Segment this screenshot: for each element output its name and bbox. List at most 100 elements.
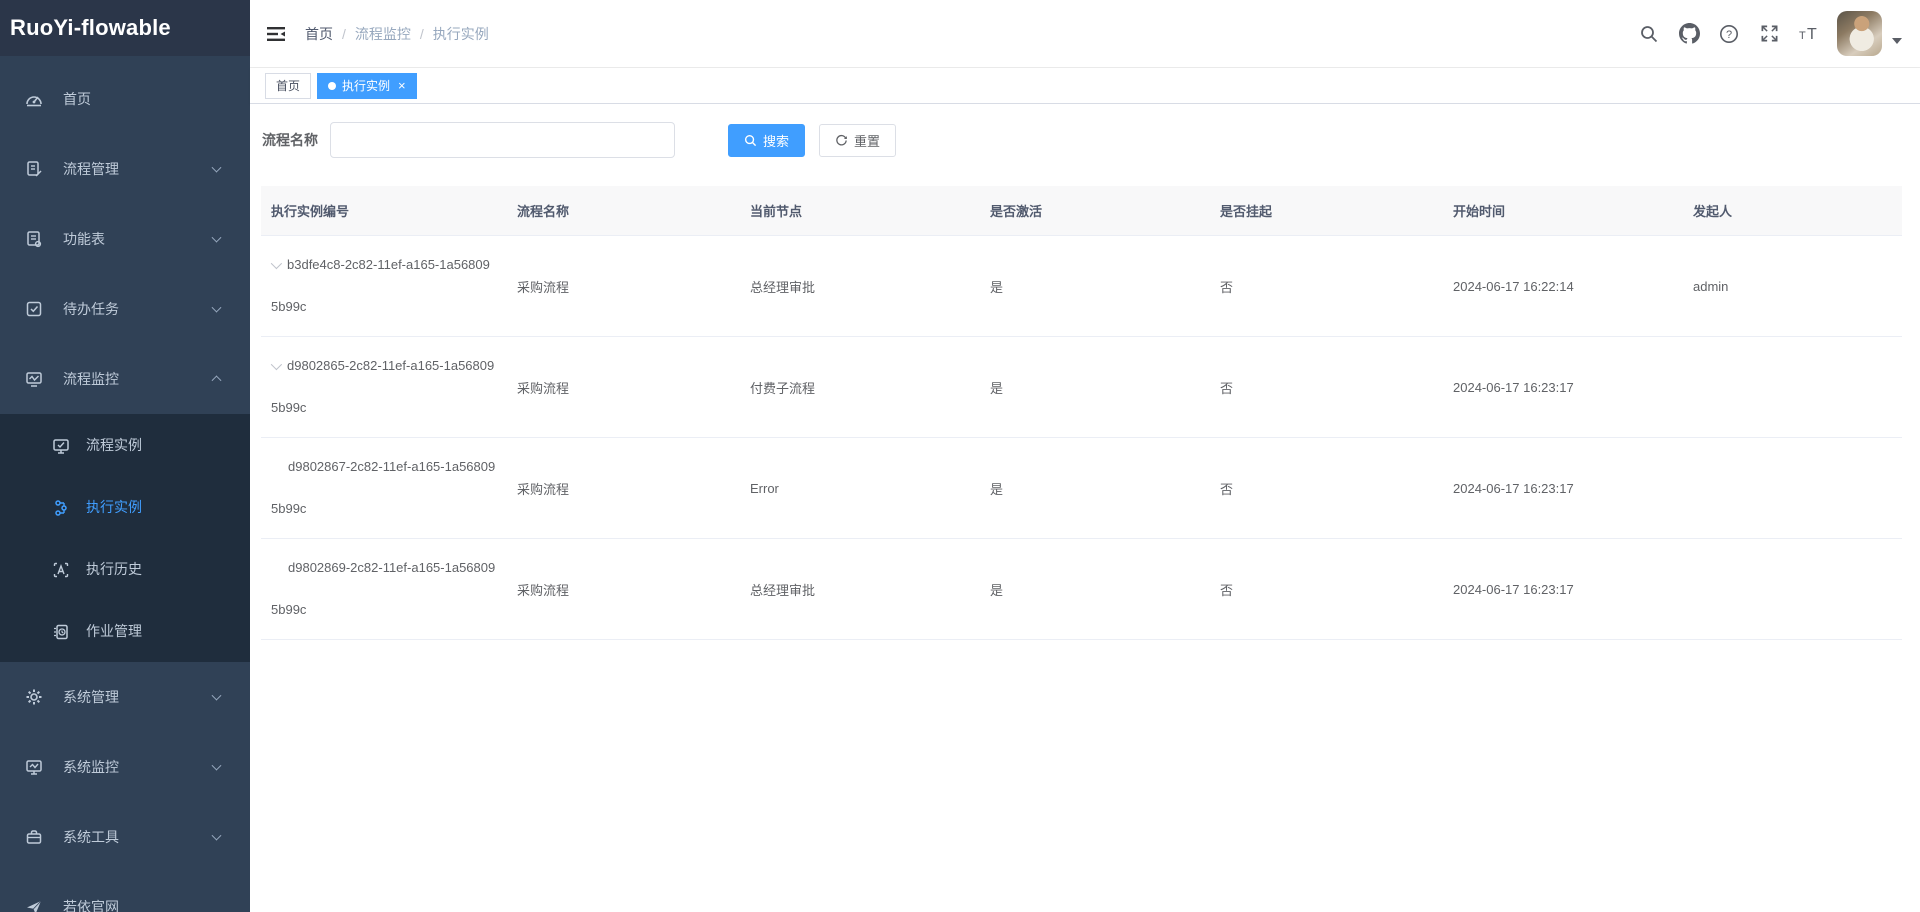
- sidebar-item-execution-history[interactable]: 执行历史: [0, 538, 250, 600]
- expand-row-icon[interactable]: [271, 359, 282, 370]
- current-node-cell: 总经理审批: [740, 539, 980, 640]
- process-name-cell: 采购流程: [507, 539, 740, 640]
- col-header-current-node: 当前节点: [740, 186, 980, 236]
- user-avatar: [1837, 11, 1882, 56]
- sidebar-item-label: 系统工具: [63, 827, 119, 847]
- breadcrumb-home[interactable]: 首页: [305, 24, 333, 44]
- table-row: d9802867-2c82-11ef-a165-1a568095b99c 采购流…: [261, 438, 1902, 539]
- refresh-icon: [835, 134, 848, 147]
- search-button-label: 搜索: [763, 131, 789, 150]
- sidebar-item-function-list[interactable]: 功能表: [0, 204, 250, 274]
- sidebar-item-label: 系统管理: [63, 687, 119, 707]
- sidebar-item-todo-tasks[interactable]: 待办任务: [0, 274, 250, 344]
- is-active-cell: 是: [980, 539, 1210, 640]
- initiator-cell: [1683, 337, 1902, 438]
- user-menu[interactable]: [1837, 11, 1902, 56]
- sidebar-item-system-monitor[interactable]: 系统监控: [0, 732, 250, 802]
- document-edit-icon: [25, 160, 43, 178]
- svg-text:T: T: [1799, 30, 1806, 42]
- expand-row-icon[interactable]: [271, 258, 282, 269]
- sidebar-item-process-instance[interactable]: 流程实例: [0, 414, 250, 476]
- process-name-input[interactable]: [330, 122, 675, 158]
- sidebar-item-label: 首页: [63, 89, 91, 109]
- tag-home[interactable]: 首页: [265, 73, 311, 99]
- col-header-process-name: 流程名称: [507, 186, 740, 236]
- active-dot: [328, 82, 336, 90]
- sidebar-toggle-icon[interactable]: [265, 23, 287, 45]
- caret-down-icon: [1892, 38, 1902, 44]
- breadcrumb-process-monitor: 流程监控: [355, 24, 411, 44]
- chevron-down-icon: [212, 761, 222, 771]
- navbar-actions: ? TT: [1629, 11, 1902, 56]
- paper-plane-icon: [25, 898, 43, 912]
- col-header-is-suspended: 是否挂起: [1210, 186, 1443, 236]
- process-name-cell: 采购流程: [507, 236, 740, 337]
- sidebar-item-label: 待办任务: [63, 299, 119, 319]
- is-active-cell: 是: [980, 337, 1210, 438]
- sidebar-item-execution-instance[interactable]: 执行实例: [0, 476, 250, 538]
- sidebar-item-label: 作业管理: [86, 621, 142, 641]
- initiator-cell: [1683, 438, 1902, 539]
- sidebar-item-label: 若依官网: [63, 897, 119, 912]
- gear-icon: [25, 688, 43, 706]
- search-form: 流程名称 搜索 重置: [262, 122, 1902, 158]
- table-header-row: 执行实例编号 流程名称 当前节点 是否激活 是否挂起 开始时间 发起人: [261, 186, 1902, 236]
- initiator-cell: admin: [1683, 236, 1902, 337]
- close-icon[interactable]: ×: [398, 79, 406, 92]
- breadcrumb-separator: /: [342, 26, 346, 42]
- sidebar-item-system-management[interactable]: 系统管理: [0, 662, 250, 732]
- sidebar-item-official-site[interactable]: 若依官网: [0, 872, 250, 912]
- fullscreen-icon[interactable]: [1749, 14, 1789, 54]
- is-suspended-cell: 否: [1210, 438, 1443, 539]
- current-node-cell: Error: [740, 438, 980, 539]
- checkbox-icon: [25, 300, 43, 318]
- current-node-cell: 付费子流程: [740, 337, 980, 438]
- process-name-cell: 采购流程: [507, 337, 740, 438]
- reset-button-label: 重置: [854, 131, 880, 150]
- is-suspended-cell: 否: [1210, 539, 1443, 640]
- search-icon: [744, 134, 757, 147]
- table-row: d9802869-2c82-11ef-a165-1a568095b99c 采购流…: [261, 539, 1902, 640]
- sidebar-item-system-tools[interactable]: 系统工具: [0, 802, 250, 872]
- process-name-cell: 采购流程: [507, 438, 740, 539]
- chevron-down-icon: [212, 303, 222, 313]
- tag-label: 执行实例: [342, 77, 390, 94]
- col-header-start-time: 开始时间: [1443, 186, 1683, 236]
- chevron-up-icon: [212, 375, 222, 385]
- page-content: 流程名称 搜索 重置: [250, 104, 1920, 912]
- current-node-cell: 总经理审批: [740, 236, 980, 337]
- tag-execution-instance[interactable]: 执行实例 ×: [317, 73, 417, 99]
- github-icon[interactable]: [1669, 14, 1709, 54]
- navbar: 首页 / 流程监控 / 执行实例 ?: [250, 0, 1920, 68]
- chevron-down-icon: [212, 163, 222, 173]
- reset-button[interactable]: 重置: [819, 124, 896, 157]
- sidebar-item-label: 流程监控: [63, 369, 119, 389]
- history-icon: [52, 561, 68, 577]
- sidebar-item-process-monitor[interactable]: 流程监控: [0, 344, 250, 414]
- execution-instance-table: 执行实例编号 流程名称 当前节点 是否激活 是否挂起 开始时间 发起人 b3df…: [261, 186, 1902, 640]
- sidebar-item-label: 流程管理: [63, 159, 119, 179]
- svg-text:?: ?: [1726, 29, 1732, 41]
- start-time-cell: 2024-06-17 16:23:17: [1443, 337, 1683, 438]
- monitor-chart-icon: [25, 370, 43, 388]
- col-header-initiator: 发起人: [1683, 186, 1902, 236]
- sidebar-item-label: 功能表: [63, 229, 105, 249]
- sidebar-item-process-management[interactable]: 流程管理: [0, 134, 250, 204]
- sidebar-submenu-process-monitor: 流程实例 执行实例 执行历史: [0, 414, 250, 662]
- search-icon[interactable]: [1629, 14, 1669, 54]
- is-suspended-cell: 否: [1210, 236, 1443, 337]
- sidebar-item-home[interactable]: 首页: [0, 64, 250, 134]
- execution-id: d9802867-2c82-11ef-a165-1a568095b99c: [271, 459, 495, 516]
- sidebar: RuoYi-flowable 首页 流程管理 功能表: [0, 0, 250, 912]
- monitor-check-icon: [52, 437, 68, 453]
- search-button[interactable]: 搜索: [728, 124, 805, 157]
- execution-id: b3dfe4c8-2c82-11ef-a165-1a568095b99c: [271, 257, 490, 314]
- help-icon[interactable]: ?: [1709, 14, 1749, 54]
- tag-label: 首页: [276, 77, 300, 94]
- font-size-icon[interactable]: TT: [1789, 14, 1829, 54]
- chevron-down-icon: [212, 831, 222, 841]
- tree-branch-icon: [52, 499, 68, 515]
- sidebar-item-job-management[interactable]: 作业管理: [0, 600, 250, 662]
- chevron-down-icon: [212, 691, 222, 701]
- app-logo[interactable]: RuoYi-flowable: [0, 0, 250, 56]
